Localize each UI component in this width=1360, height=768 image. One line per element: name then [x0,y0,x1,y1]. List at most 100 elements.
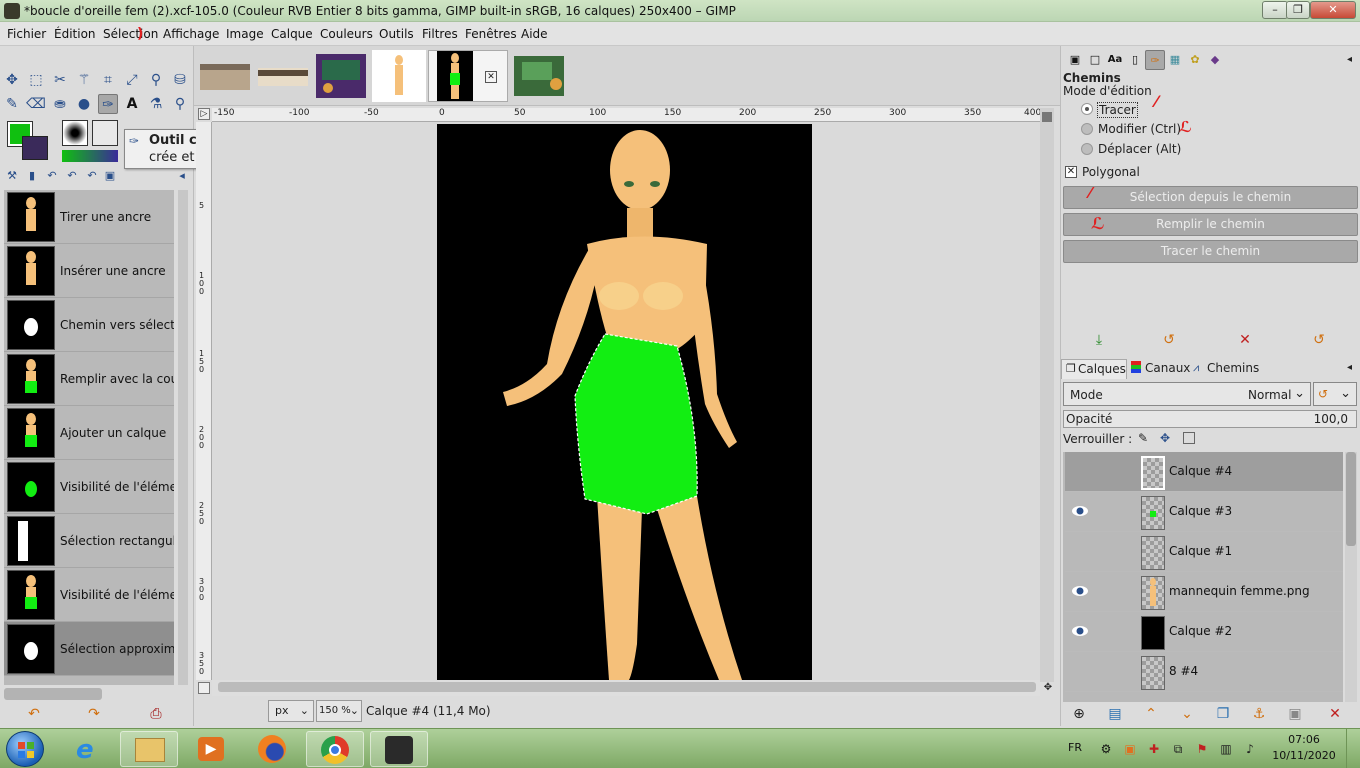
layer-row[interactable]: Calque #1 [1065,532,1343,572]
hscroll-thumb[interactable] [218,682,1036,692]
undo-item[interactable]: Remplir avec la coul [4,352,174,406]
menu-outils[interactable]: Outils [379,27,414,41]
layers-menu-icon[interactable]: ◂ [1347,362,1357,374]
undo-item[interactable]: Sélection rectangula [4,514,174,568]
layer-name[interactable]: Calque #4 [1169,464,1232,478]
tray-icon[interactable]: ⚙ [1096,739,1116,759]
configure-tab-icon[interactable]: ◂ [172,166,192,186]
image-tab[interactable] [314,50,368,102]
quick-mask-toggle-icon[interactable]: ▷ [198,108,210,120]
transform-tool-icon[interactable]: ⤢ [122,70,142,90]
mode-label-move[interactable]: Déplacer (Alt) [1098,142,1181,156]
mode-label-edit[interactable]: Modifier (Ctrl) [1098,122,1181,136]
undo-item[interactable]: Tirer une ancre [4,190,174,244]
paintbrush-tool-icon[interactable]: ✎ [2,94,22,114]
tab-canaux[interactable]: Canaux [1129,359,1190,379]
anchor-layer-icon[interactable]: ⚓ [1249,704,1269,724]
layer-mode-switch[interactable]: ↺ ⌄ [1313,382,1357,406]
gradient-preview[interactable] [62,150,118,162]
minimize-button[interactable]: – [1262,1,1288,19]
close-tab-icon[interactable]: ✕ [485,71,497,83]
network-icon[interactable]: ▥ [1216,739,1236,759]
duplicate-layer-icon[interactable]: ❐ [1213,704,1233,724]
layer-row[interactable]: mannequin femme.png [1065,572,1343,612]
canvas-area[interactable] [212,122,1040,680]
undo-item[interactable]: Visibilité de l'élémer [4,460,174,514]
clock-date[interactable]: 10/11/2020 [1272,749,1336,762]
mode-radio-move[interactable] [1081,143,1093,155]
image-canvas[interactable] [437,124,812,680]
background-color-swatch[interactable] [22,136,48,160]
unit-select[interactable]: px ⌄ [268,700,314,722]
language-indicator[interactable]: FR [1068,741,1082,754]
menu-edition[interactable]: Édition [54,27,96,41]
menu-fenetres[interactable]: Fenêtres [465,27,517,41]
image-tab[interactable] [372,50,426,102]
images-tab-icon[interactable]: ▣ [100,166,120,186]
layer-row[interactable]: Calque #2 [1065,612,1343,652]
show-desktop-button[interactable] [1346,729,1360,768]
delete-options-icon[interactable]: ✕ [1235,330,1255,350]
zoom-fit-icon[interactable]: ✥ [1042,682,1054,694]
canvas-vertical-scrollbar[interactable] [1040,108,1054,682]
rect-select-tool-icon[interactable]: ⬚ [26,70,46,90]
ie-taskbar-icon[interactable]: e [60,731,118,767]
volume-icon[interactable]: ♪ [1240,739,1260,759]
selection-from-path-button[interactable]: Sélection depuis le chemin [1063,186,1358,209]
brush-preview[interactable] [62,120,88,146]
warp-tool-icon[interactable]: ⚲ [146,70,166,90]
menu-couleurs[interactable]: Couleurs [320,27,373,41]
undo-hscrollbar[interactable] [4,688,102,700]
undo-tab-icon[interactable]: ↶ [62,166,82,186]
zoom-tool-icon[interactable]: ⚲ [170,94,190,114]
menu-selection[interactable]: Sélection [103,27,158,41]
polygonal-checkbox[interactable]: ✕ [1065,166,1077,178]
lock-position-icon[interactable]: ✥ [1155,428,1175,448]
tray-icon[interactable]: ✚ [1144,739,1164,759]
image-tab[interactable] [512,50,566,102]
undo-history-tab-icon[interactable]: ↶ [42,166,62,186]
layer-name[interactable]: Calque #1 [1169,544,1232,558]
dock-menu-icon[interactable]: ◂ [1347,54,1357,66]
eye-icon[interactable] [1071,505,1089,517]
layer-name[interactable]: mannequin femme.png [1169,584,1310,598]
redo-button-icon[interactable]: ↷ [84,704,104,724]
undo-button-icon[interactable]: ↶ [24,704,44,724]
menu-image[interactable]: Image [226,27,264,41]
chrome-taskbar-icon[interactable] [306,731,364,767]
paths-tool-icon[interactable]: ✑ [98,94,118,114]
tray-icon[interactable]: ▣ [1120,739,1140,759]
stroke-path-button[interactable]: Tracer le chemin [1063,240,1358,263]
layer-row[interactable]: Calque #3 [1065,492,1343,532]
device-status-tab-icon[interactable]: ▮ [22,166,42,186]
new-layer-group-icon[interactable]: ▤ [1105,704,1125,724]
clock-time[interactable]: 07:06 [1276,733,1332,746]
lock-alpha-icon[interactable] [1183,432,1195,444]
restore-options-icon[interactable]: ↺ [1159,330,1179,350]
tab-calques[interactable]: ❐ Calques [1061,359,1127,379]
reset-options-icon[interactable]: ↺ [1309,330,1329,350]
bucket-fill-tool-icon[interactable]: ⛁ [170,70,190,90]
clone-tool-icon[interactable]: ⛂ [50,94,70,114]
layer-mask-icon[interactable]: ▣ [1285,704,1305,724]
gimp-taskbar-icon[interactable] [370,731,428,767]
menu-fichier[interactable]: Fichier [7,27,46,41]
tray-flag-icon[interactable]: ⚑ [1192,739,1212,759]
layer-name[interactable]: Calque #2 [1169,624,1232,638]
paths-options-tab-icon[interactable]: ✑ [1145,50,1165,70]
move-tool-icon[interactable]: ✥ [2,70,22,90]
tool-options-tab-icon[interactable]: ⚒ [2,166,22,186]
mode-label-design[interactable]: Tracer [1097,102,1138,118]
explorer-taskbar-icon[interactable] [120,731,178,767]
mode-radio-edit[interactable] [1081,123,1093,135]
fuzzy-select-tool-icon[interactable]: ⚚ [74,70,94,90]
zoom-select[interactable]: 150 % ⌄ [316,700,362,722]
delete-layer-icon[interactable]: ✕ [1325,704,1345,724]
undo-item[interactable]: Chemin vers sélecti [4,298,174,352]
menu-filtres[interactable]: Filtres [422,27,458,41]
color-picker-tool-icon[interactable]: ⚗ [146,94,166,114]
eye-icon[interactable] [1071,625,1089,637]
palette-tab-icon[interactable]: ✿ [1185,50,1205,70]
undo-item[interactable]: Ajouter un calque [4,406,174,460]
pattern-preview[interactable] [92,120,118,146]
